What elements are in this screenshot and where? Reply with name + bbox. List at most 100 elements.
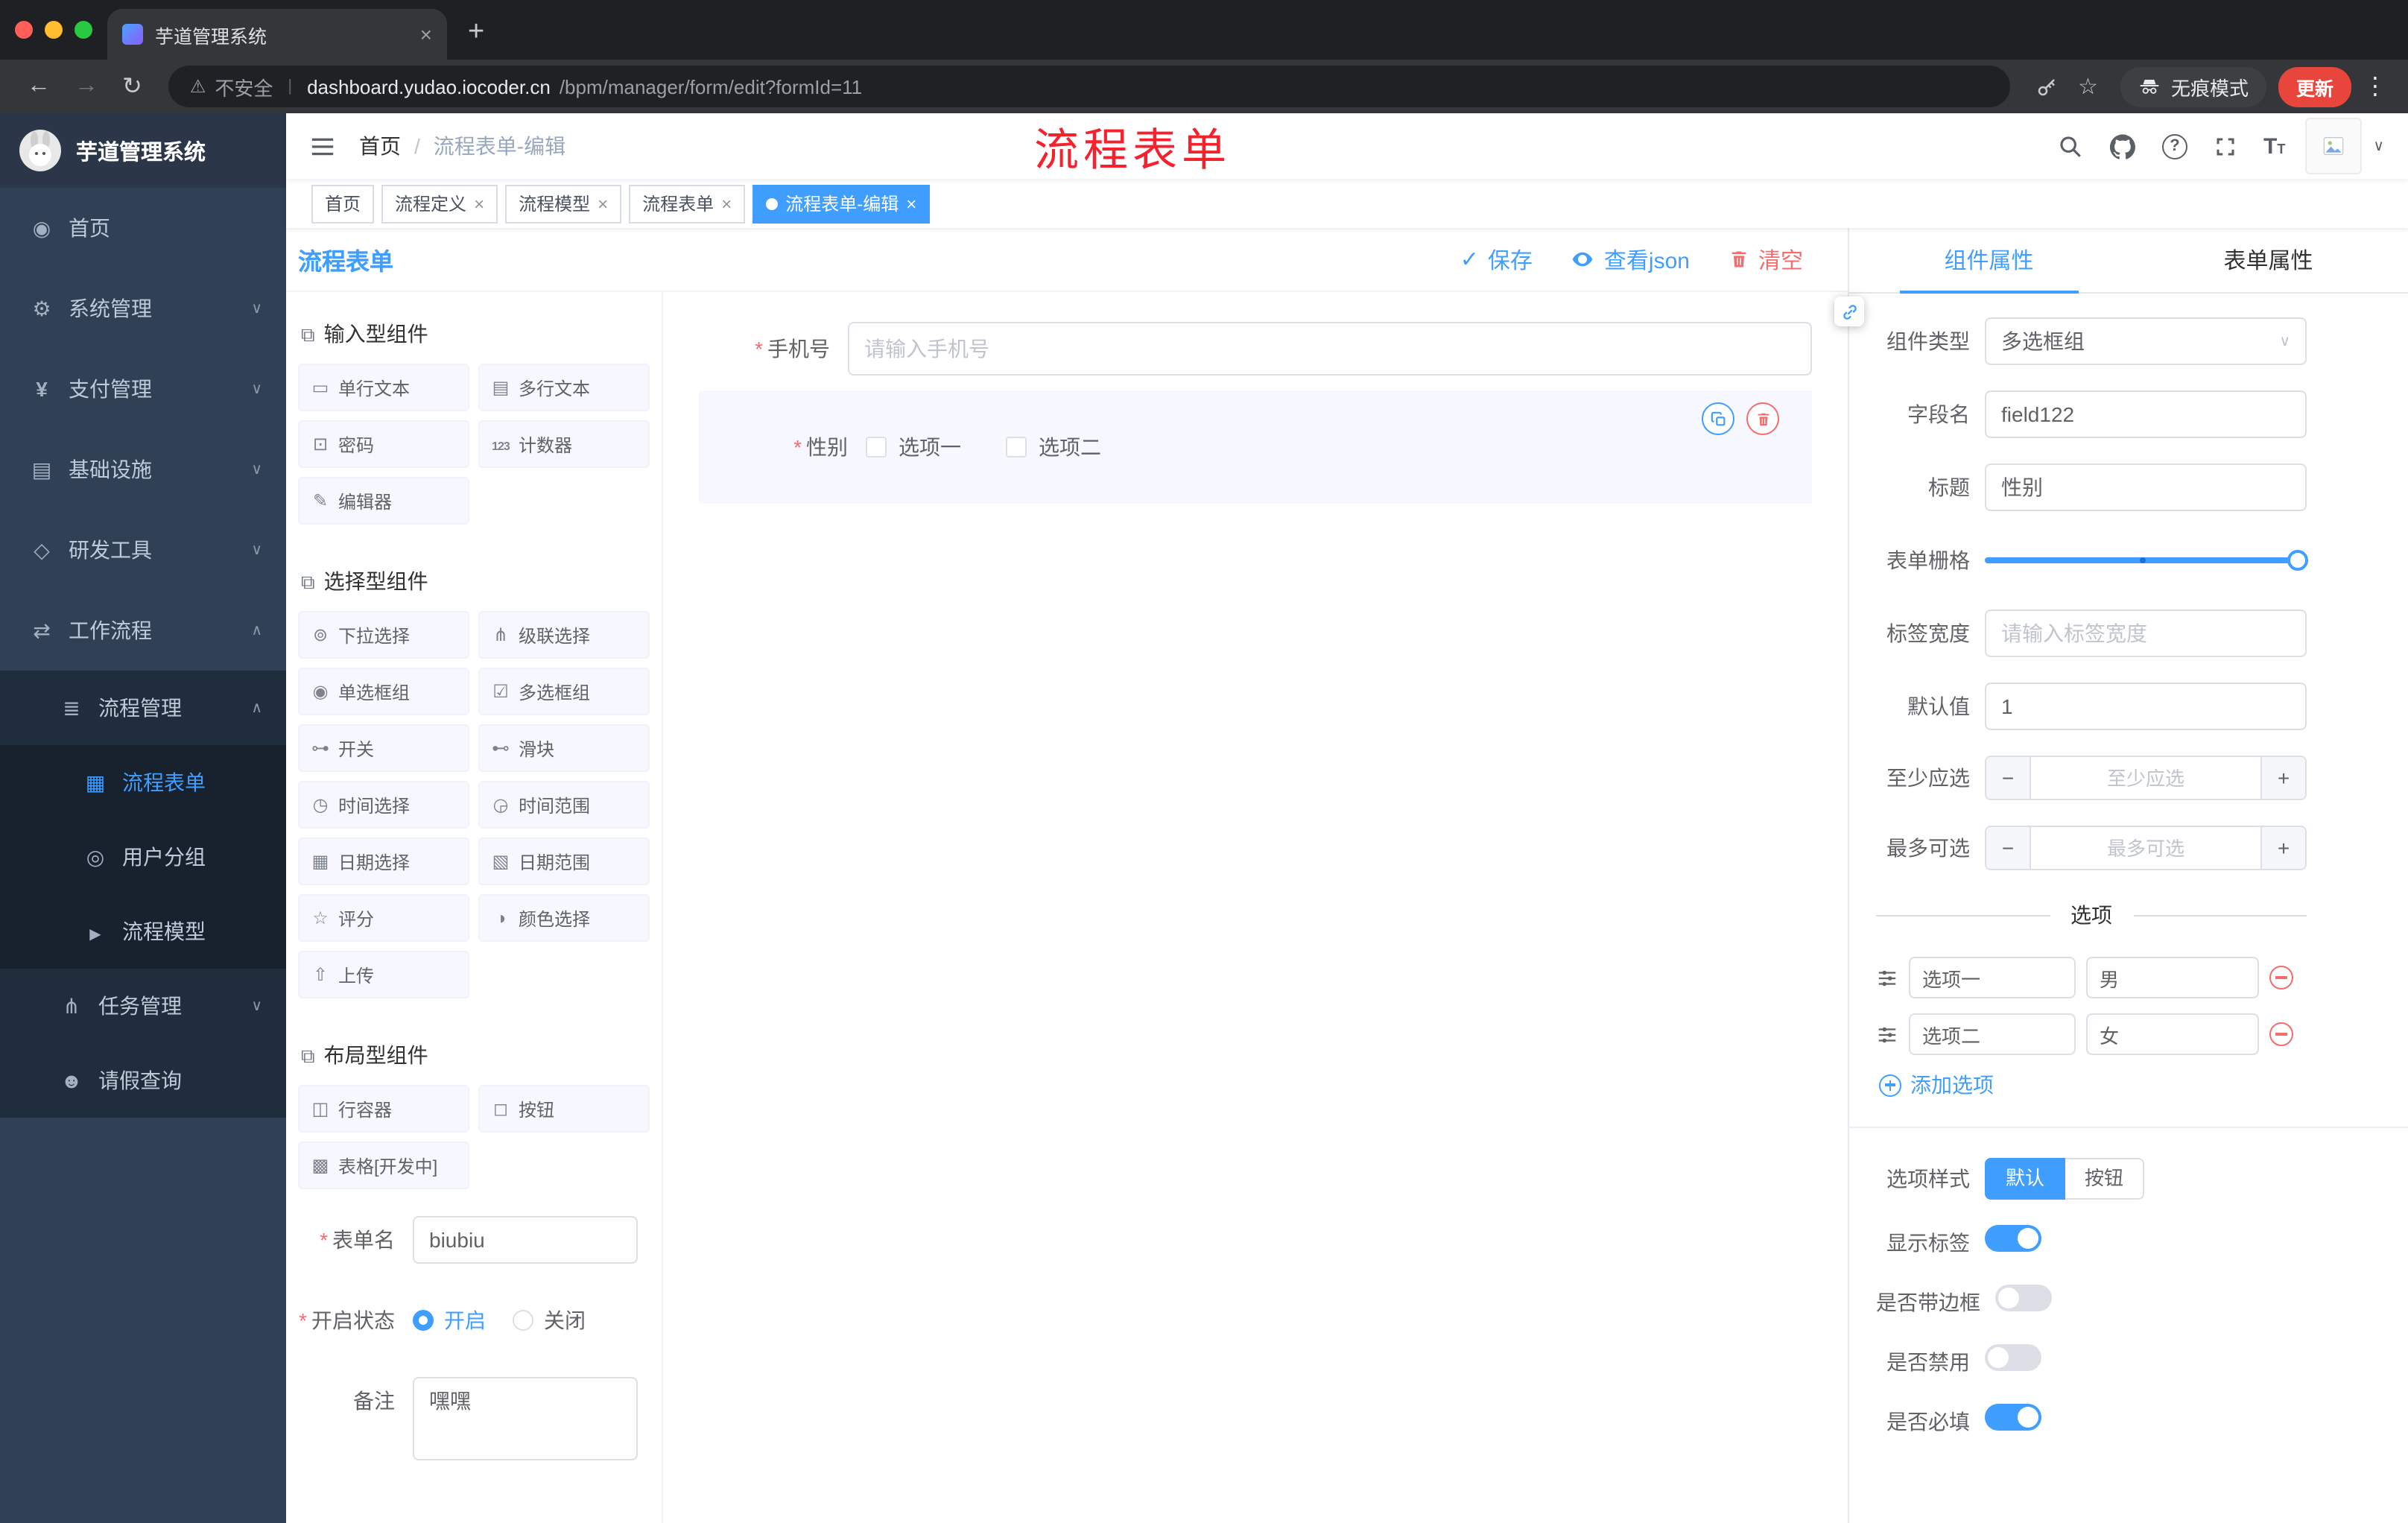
checkbox-option-two[interactable]: [1006, 437, 1027, 457]
sidebar-item-process-model[interactable]: 流程模型: [0, 894, 286, 969]
window-minimize-button[interactable]: [45, 21, 63, 39]
slider-runway[interactable]: [1985, 550, 2308, 571]
sidebar-item-system[interactable]: 系统管理 ∨: [0, 268, 286, 349]
option-style-default-button[interactable]: 默认: [1985, 1158, 2066, 1200]
radio-on[interactable]: [413, 1310, 434, 1331]
sidebar-item-user-group[interactable]: 用户分组: [0, 820, 286, 894]
update-button[interactable]: 更新: [2278, 66, 2351, 107]
sidebar-item-workflow[interactable]: 工作流程 ∧: [0, 590, 286, 671]
reload-icon[interactable]: ↻: [110, 72, 154, 101]
avatar[interactable]: [2304, 118, 2362, 174]
remove-option-icon[interactable]: [2269, 1022, 2293, 1046]
palette-component[interactable]: 密码: [298, 420, 469, 468]
github-icon[interactable]: [2097, 133, 2149, 159]
radio-off-label[interactable]: 关闭: [544, 1305, 586, 1335]
palette-component[interactable]: 表格[开发中]: [298, 1142, 469, 1189]
close-icon[interactable]: ×: [906, 193, 916, 214]
remark-textarea[interactable]: 嘿嘿: [413, 1377, 638, 1460]
tag-process-model[interactable]: 流程模型 ×: [505, 184, 622, 223]
increase-button[interactable]: +: [2260, 827, 2305, 869]
palette-component[interactable]: 多选框组: [478, 668, 650, 715]
sidebar-item-devtools[interactable]: 研发工具 ∨: [0, 510, 286, 590]
save-button[interactable]: ✓ 保存: [1460, 244, 1533, 275]
close-icon[interactable]: ×: [598, 193, 608, 214]
palette-component[interactable]: 时间范围: [478, 781, 650, 829]
chevron-down-icon[interactable]: ∨: [2367, 138, 2390, 154]
tab-form-props[interactable]: 表单属性: [2129, 228, 2408, 292]
key-icon[interactable]: [2024, 75, 2068, 98]
form-name-input[interactable]: [413, 1216, 638, 1264]
tag-process-form[interactable]: 流程表单 ×: [629, 184, 746, 223]
max-select-input[interactable]: [2031, 827, 2260, 869]
palette-component[interactable]: 滑块: [478, 724, 650, 772]
new-tab-button[interactable]: +: [468, 16, 484, 49]
remove-option-icon[interactable]: [2269, 966, 2293, 990]
palette-component[interactable]: 日期选择: [298, 838, 469, 885]
label-width-input[interactable]: [1985, 609, 2307, 657]
option-value-input[interactable]: [2086, 1013, 2259, 1055]
sidebar-item-payment[interactable]: 支付管理 ∨: [0, 349, 286, 429]
palette-component[interactable]: 评分: [298, 894, 469, 942]
help-icon[interactable]: ?: [2149, 133, 2201, 159]
canvas-field-phone[interactable]: * 手机号: [699, 322, 1812, 376]
hamburger-icon[interactable]: [286, 133, 359, 159]
palette-component[interactable]: 开关: [298, 724, 469, 772]
close-icon[interactable]: ×: [474, 193, 484, 214]
radio-on-label[interactable]: 开启: [444, 1305, 486, 1335]
toggle-switch[interactable]: [1985, 1344, 2041, 1371]
decrease-button[interactable]: −: [1986, 827, 2031, 869]
component-type-select[interactable]: 多选框组 ∨: [1985, 317, 2307, 365]
tab-component-props[interactable]: 组件属性: [1849, 228, 2129, 294]
palette-component[interactable]: 日期范围: [478, 838, 650, 885]
title-input[interactable]: [1985, 463, 2307, 511]
close-icon[interactable]: ×: [721, 193, 732, 214]
decrease-button[interactable]: −: [1986, 757, 2031, 799]
clear-button[interactable]: 清空: [1729, 244, 1803, 275]
back-arrow-icon[interactable]: ←: [15, 73, 63, 100]
palette-component[interactable]: 下拉选择: [298, 611, 469, 659]
field-name-input[interactable]: [1985, 390, 2307, 438]
sidebar-item-process-management[interactable]: 流程管理 ∧: [0, 671, 286, 745]
palette-component[interactable]: 行容器: [298, 1085, 469, 1133]
browser-tab[interactable]: 芋道管理系统 ×: [107, 9, 447, 60]
radio-off[interactable]: [513, 1310, 533, 1331]
tag-process-definition[interactable]: 流程定义 ×: [381, 184, 498, 223]
option-style-button-button[interactable]: 按钮: [2064, 1158, 2145, 1200]
palette-component[interactable]: 单选框组: [298, 668, 469, 715]
link-icon[interactable]: [1834, 297, 1864, 326]
forward-arrow-icon[interactable]: →: [63, 73, 110, 100]
add-option-button[interactable]: 添加选项: [1879, 1070, 2307, 1100]
sidebar-item-home[interactable]: 首页: [0, 188, 286, 268]
option-value-input[interactable]: [2086, 957, 2259, 998]
tag-home[interactable]: 首页: [311, 184, 375, 223]
toggle-switch[interactable]: [1995, 1285, 2052, 1311]
phone-input[interactable]: [848, 322, 1812, 376]
default-value-input[interactable]: [1985, 683, 2307, 730]
sidebar-item-task-management[interactable]: 任务管理 ∨: [0, 969, 286, 1043]
kebab-menu-icon[interactable]: ⋮: [2351, 72, 2393, 101]
form-canvas[interactable]: * 手机号 请输入手机号 * 性别 选项一 选项二: [663, 292, 1848, 1523]
palette-component[interactable]: 多行文本: [478, 364, 650, 411]
toggle-switch[interactable]: [1985, 1225, 2041, 1252]
tab-close-icon[interactable]: ×: [420, 22, 432, 46]
sidebar-item-process-form[interactable]: 流程表单: [0, 745, 286, 820]
form-grid-slider[interactable]: [1985, 536, 2308, 584]
palette-component[interactable]: 级联选择: [478, 611, 650, 659]
omnibox[interactable]: ⚠ 不安全 | dashboard.yudao.iocoder.cn /bpm/…: [168, 66, 2010, 107]
option-label-input[interactable]: [1909, 957, 2076, 998]
search-icon[interactable]: [2044, 133, 2097, 159]
palette-component[interactable]: 按钮: [478, 1085, 650, 1133]
slider-handle[interactable]: [2287, 550, 2308, 571]
breadcrumb-home[interactable]: 首页: [359, 131, 401, 161]
window-zoom-button[interactable]: [75, 21, 92, 39]
bookmark-star-icon[interactable]: ☆: [2068, 73, 2108, 100]
palette-component[interactable]: 上传: [298, 951, 469, 998]
checkbox-option-one[interactable]: [866, 437, 887, 457]
copy-component-button[interactable]: [1702, 402, 1734, 435]
increase-button[interactable]: +: [2260, 757, 2305, 799]
font-size-icon[interactable]: TT: [2250, 133, 2298, 159]
toggle-switch[interactable]: [1985, 1404, 2041, 1431]
palette-component[interactable]: 计数器: [478, 420, 650, 468]
canvas-field-gender-selected[interactable]: * 性别 选项一 选项二: [699, 390, 1812, 504]
min-select-input[interactable]: [2031, 757, 2260, 799]
